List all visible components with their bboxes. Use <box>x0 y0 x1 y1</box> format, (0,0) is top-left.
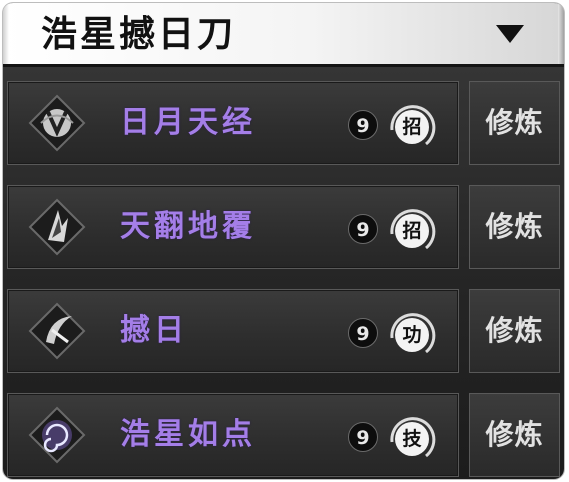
skill-row: 浩星如点 9 技 修炼 <box>7 393 560 477</box>
swirl-star-icon <box>28 406 86 464</box>
flame-blade-icon <box>28 198 86 256</box>
skill-card[interactable]: 日月天经 9 招 <box>7 81 459 165</box>
train-button[interactable]: 修炼 <box>469 185 560 269</box>
skill-type-label: 招 <box>395 214 429 248</box>
train-button[interactable]: 修炼 <box>469 81 560 165</box>
skill-card[interactable]: 浩星如点 9 技 <box>7 393 459 477</box>
skill-type-label: 招 <box>395 110 429 144</box>
skill-row: 天翻地覆 9 招 修炼 <box>7 185 560 269</box>
dropdown-arrow-icon[interactable] <box>496 25 524 43</box>
skill-level-badge: 9 <box>348 422 378 452</box>
skill-type-badge: 功 <box>386 308 438 360</box>
skill-name: 日月天经 <box>120 105 256 140</box>
train-button[interactable]: 修炼 <box>469 393 560 477</box>
skill-level-badge: 9 <box>348 318 378 348</box>
martial-art-title: 浩星撼日刀 <box>41 14 237 55</box>
crescent-slash-icon <box>28 302 86 360</box>
train-button[interactable]: 修炼 <box>469 289 560 373</box>
skill-row: 撼日 9 功 修炼 <box>7 289 560 373</box>
skill-level-badge: 9 <box>348 214 378 244</box>
skill-name: 撼日 <box>120 313 188 348</box>
sword-crest-icon <box>28 94 86 152</box>
skill-name: 天翻地覆 <box>120 209 256 244</box>
martial-art-panel: 浩星撼日刀 日月天经 9 招 修炼 天翻地覆 9 招 修炼 撼日 9 功 修炼 … <box>3 3 564 479</box>
skill-type-badge: 技 <box>386 412 438 464</box>
skill-type-label: 功 <box>395 318 429 352</box>
skill-type-label: 技 <box>395 422 429 456</box>
skill-card[interactable]: 天翻地覆 9 招 <box>7 185 459 269</box>
skill-card[interactable]: 撼日 9 功 <box>7 289 459 373</box>
skill-type-badge: 招 <box>386 204 438 256</box>
skill-name: 浩星如点 <box>120 417 256 452</box>
martial-art-selector[interactable]: 浩星撼日刀 <box>3 3 564 67</box>
skill-type-badge: 招 <box>386 100 438 152</box>
skill-row: 日月天经 9 招 修炼 <box>7 81 560 165</box>
skill-level-badge: 9 <box>348 110 378 140</box>
